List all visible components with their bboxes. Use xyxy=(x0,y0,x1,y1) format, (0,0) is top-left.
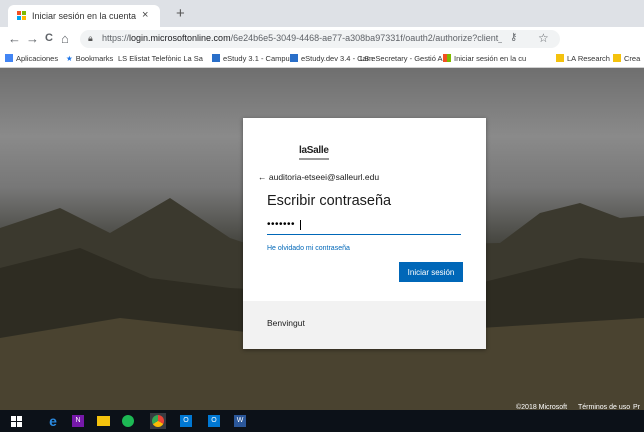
tab-strip: Iniciar sesión en la cuenta × + xyxy=(0,0,644,27)
password-input[interactable] xyxy=(267,216,461,235)
page-title: Escribir contraseña xyxy=(267,193,392,209)
account-back-link[interactable]: ← auditoria-etseei@salleurl.edu xyxy=(258,172,379,182)
edge-icon[interactable]: e xyxy=(45,413,61,429)
apps-grid-icon xyxy=(5,54,13,62)
outlook-alt-icon[interactable]: O xyxy=(206,413,222,429)
windows-start-icon[interactable] xyxy=(8,413,24,429)
bookmark-item[interactable]: Crea xyxy=(613,54,640,63)
estudy-icon xyxy=(290,54,298,62)
bookmark-star-icon[interactable]: ☆ xyxy=(538,31,549,45)
bookmark-item[interactable]: LS Elistat Telefònic La Sa xyxy=(118,54,203,63)
account-email: auditoria-etseei@salleurl.edu xyxy=(268,172,380,182)
windows-taskbar: e N O O W xyxy=(0,410,644,432)
url-text[interactable]: https://login.microsoftonline.com/6e24b6… xyxy=(102,33,502,43)
onenote-icon[interactable]: N xyxy=(70,413,86,429)
password-mask: ••••••• xyxy=(267,219,296,230)
text-caret xyxy=(300,220,301,230)
bookmark-item[interactable]: Iniciar sesión en la cu xyxy=(443,54,526,63)
browser-toolbar: ← → C ⌂ 🔒︎ https://login.microsoftonline… xyxy=(0,27,644,69)
footer-text: Benvingut xyxy=(267,318,305,328)
outlook-icon[interactable]: O xyxy=(178,413,194,429)
bookmark-item[interactable]: LA Research xyxy=(556,54,610,63)
forgot-password-link[interactable]: He olvidado mi contraseña xyxy=(267,245,350,252)
lock-icon: 🔒︎ xyxy=(88,33,93,43)
bookmark-item[interactable]: eStudy 3.1 - Campus xyxy=(212,54,293,63)
signin-card: laSalle ← auditoria-etseei@salleurl.edu … xyxy=(243,118,486,349)
microsoft-icon xyxy=(443,54,451,62)
new-tab-button[interactable]: + xyxy=(176,5,185,22)
card-footer: Benvingut xyxy=(243,301,486,349)
spotify-icon[interactable] xyxy=(120,413,136,429)
star-icon: ★ xyxy=(66,54,73,63)
key-icon[interactable]: ⚷ xyxy=(510,32,517,43)
lasalle-logo: laSalle xyxy=(299,145,329,160)
folder-icon xyxy=(613,54,621,62)
back-button[interactable]: ← xyxy=(8,31,21,46)
home-button[interactable]: ⌂ xyxy=(61,31,69,46)
signin-button[interactable]: Iniciar sesión xyxy=(399,262,463,282)
word-icon[interactable]: W xyxy=(232,413,248,429)
reload-button[interactable]: C xyxy=(45,32,53,44)
back-arrow-icon: ← xyxy=(258,172,267,182)
folder-icon xyxy=(556,54,564,62)
bookmark-item[interactable]: ★ Bookmarks xyxy=(66,54,113,63)
browser-tab[interactable]: Iniciar sesión en la cuenta × xyxy=(8,5,160,27)
tab-title: Iniciar sesión en la cuenta xyxy=(32,11,137,21)
address-bar[interactable]: 🔒︎ https://login.microsoftonline.com/6e2… xyxy=(80,30,560,48)
chrome-icon[interactable] xyxy=(150,413,166,429)
bookmark-item[interactable]: Aplicaciones xyxy=(5,54,58,63)
file-explorer-icon[interactable] xyxy=(95,413,111,429)
bookmarks-bar: Aplicaciones ★ Bookmarks LS Elistat Telef… xyxy=(0,51,644,68)
estudy-icon xyxy=(212,54,220,62)
bookmark-item[interactable]: LS eSecretary - Gestió A xyxy=(360,54,443,63)
tab-close-icon[interactable]: × xyxy=(142,9,148,21)
forward-button[interactable]: → xyxy=(26,31,39,46)
microsoft-favicon-icon xyxy=(17,11,27,21)
